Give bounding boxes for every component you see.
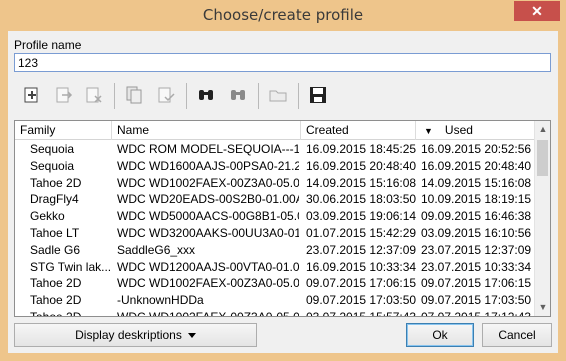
display-descriptions-button[interactable]: Display deskriptions <box>14 323 257 347</box>
profile-name-label: Profile name <box>14 38 82 52</box>
title-bar: Choose/create profile ✕ <box>0 0 566 31</box>
table-row[interactable]: Gekko WDC WD5000AACS-00G8B1-05.04... 03.09… <box>15 208 535 225</box>
cell-created: 09.07.2015 17:03:50 <box>306 293 416 308</box>
vertical-scrollbar[interactable]: ▲ ▼ <box>534 121 550 316</box>
toolbar-separator <box>298 83 299 109</box>
scroll-down-icon[interactable]: ▼ <box>535 299 550 316</box>
cancel-button[interactable]: Cancel <box>482 323 552 347</box>
table-row[interactable]: Sequoia WDC WD1600AAJS-00PSA0-21.22... 16.… <box>15 158 535 175</box>
find-icon[interactable] <box>192 81 220 109</box>
toolbar-separator <box>114 83 115 109</box>
column-header-name[interactable]: Name <box>112 121 301 140</box>
cell-family: DragFly4 <box>30 192 79 207</box>
column-header-used[interactable]: ▼ Used <box>416 121 535 140</box>
dialog-body: Profile name 123 Family Name Created ▼ U… <box>8 31 558 353</box>
cell-used: 23.07.2015 10:33:34 <box>421 259 532 274</box>
cell-created: 23.07.2015 12:37:09 <box>306 242 416 257</box>
cell-family: Tahoe 2D <box>30 293 82 308</box>
cell-used: 23.07.2015 12:37:09 <box>421 242 532 257</box>
cell-name: WDC WD3200AAKS-00UU3A0-01... <box>117 225 299 240</box>
dialog-window: Choose/create profile ✕ Profile name 123… <box>0 0 566 361</box>
table-row[interactable]: DragFly4 WDC WD20EADS-00S2B0-01.00A0... 30… <box>15 191 535 208</box>
table-row[interactable]: Sequoia WDC ROM MODEL-SEQUOIA---1... 16.09… <box>15 141 535 158</box>
cell-name: -UnknownHDDa <box>117 293 204 308</box>
cell-used: 16.09.2015 20:48:40 <box>421 158 532 173</box>
display-descriptions-label: Display deskriptions <box>75 328 182 342</box>
cell-name: WDC WD1600AAJS-00PSA0-21.22... <box>117 158 299 173</box>
cell-family: Tahoe LT <box>30 225 80 240</box>
table-row[interactable]: Tahoe 2D WDC WD1002FAEX-00Z3A0-05.01... 09… <box>15 275 535 292</box>
cell-family: Sequoia <box>30 142 75 156</box>
profile-name-input[interactable] <box>14 53 551 72</box>
cell-used: 09.07.2015 17:03:50 <box>421 293 532 308</box>
column-header-used-label: Used <box>444 123 473 137</box>
cell-family: Tahoe 2D <box>30 276 82 291</box>
table-row[interactable]: Tahoe 2D -UnknownHDDa 09.07.2015 17:03:50 0… <box>15 292 535 309</box>
column-header-created[interactable]: Created <box>301 121 416 140</box>
profiles-table: Family Name Created ▼ Used Sequoia WDC ROM… <box>14 120 551 317</box>
new-profile-icon[interactable] <box>18 81 46 109</box>
cell-name: WDC WD1002FAEX-00Z3A0-05.01... <box>117 309 299 317</box>
cell-created: 03.07.2015 15:57:43 <box>306 309 416 317</box>
cell-used: 07.07.2015 17:12:43 <box>421 309 532 317</box>
cell-created: 16.09.2015 20:48:40 <box>306 158 416 173</box>
toolbar-separator <box>186 83 187 109</box>
save-icon[interactable] <box>304 81 332 109</box>
sort-descending-icon: ▼ <box>424 126 433 136</box>
open-folder-icon[interactable] <box>264 81 292 109</box>
cell-name: SaddleG6_xxx <box>117 242 196 257</box>
cell-created: 16.09.2015 10:33:34 <box>306 259 416 274</box>
copy-icon[interactable] <box>120 81 148 109</box>
cell-created: 14.09.2015 15:16:08 <box>306 175 416 190</box>
cell-created: 16.09.2015 18:45:25 <box>306 142 416 156</box>
cell-family: Sadle G6 <box>30 242 81 257</box>
table-header: Family Name Created ▼ Used <box>15 121 535 140</box>
table-body: Sequoia WDC ROM MODEL-SEQUOIA---1... 16.09… <box>15 141 535 317</box>
cell-used: 14.09.2015 15:16:08 <box>421 175 532 190</box>
cell-used: 09.07.2015 17:06:15 <box>421 276 532 291</box>
scroll-thumb[interactable] <box>537 140 548 176</box>
cell-created: 30.06.2015 18:03:50 <box>306 192 416 207</box>
toolbar-separator <box>258 83 259 109</box>
table-row[interactable]: Tahoe 2D WDC WD1002FAEX-00Z3A0-05.01... 03… <box>15 309 535 317</box>
cell-name: WDC WD1200AAJS-00VTA0-01.01... <box>117 259 299 274</box>
cell-used: 09.09.2015 16:46:38 <box>421 209 532 224</box>
table-row[interactable]: Sadle G6 SaddleG6_xxx 23.07.2015 12:37:09 2… <box>15 242 535 259</box>
find-next-icon[interactable] <box>224 81 252 109</box>
cell-created: 09.07.2015 17:06:15 <box>306 276 416 291</box>
table-row[interactable]: Tahoe 2D WDC WD1002FAEX-00Z3A0-05.01... 14… <box>15 175 535 192</box>
cell-created: 03.09.2015 19:06:14 <box>306 209 416 224</box>
edit-icon[interactable] <box>152 81 180 109</box>
column-header-family[interactable]: Family <box>15 121 112 140</box>
cell-name: WDC WD1002FAEX-00Z3A0-05.01... <box>117 276 299 291</box>
scroll-up-icon[interactable]: ▲ <box>535 121 550 138</box>
cell-name: WDC WD20EADS-00S2B0-01.00A0... <box>117 192 299 207</box>
cell-family: STG Twin lak... <box>30 259 110 274</box>
cell-family: Sequoia <box>30 158 75 173</box>
import-icon[interactable] <box>50 81 78 109</box>
cell-created: 01.07.2015 15:42:29 <box>306 225 416 240</box>
cell-name: WDC WD5000AACS-00G8B1-05.04... <box>117 209 299 224</box>
cell-name: WDC WD1002FAEX-00Z3A0-05.01... <box>117 175 299 190</box>
cell-family: Tahoe 2D <box>30 175 82 190</box>
cell-used: 03.09.2015 16:10:56 <box>421 225 532 240</box>
cell-used: 16.09.2015 20:52:56 <box>421 142 532 156</box>
cell-family: Tahoe 2D <box>30 309 82 317</box>
cell-family: Gekko <box>30 209 65 224</box>
ok-button[interactable]: Ok <box>406 323 474 347</box>
cell-name: WDC ROM MODEL-SEQUOIA---1... <box>117 142 299 156</box>
window-title: Choose/create profile <box>202 6 364 24</box>
table-row[interactable]: STG Twin lak... WDC WD1200AAJS-00VTA0-01.… <box>15 259 535 276</box>
dropdown-caret-icon <box>187 332 196 338</box>
cell-used: 10.09.2015 18:19:15 <box>421 192 532 207</box>
close-button[interactable]: ✕ <box>514 1 560 21</box>
toolbar <box>14 79 554 113</box>
table-row[interactable]: Tahoe LT WDC WD3200AAKS-00UU3A0-01... 01.0… <box>15 225 535 242</box>
delete-icon[interactable] <box>80 81 108 109</box>
